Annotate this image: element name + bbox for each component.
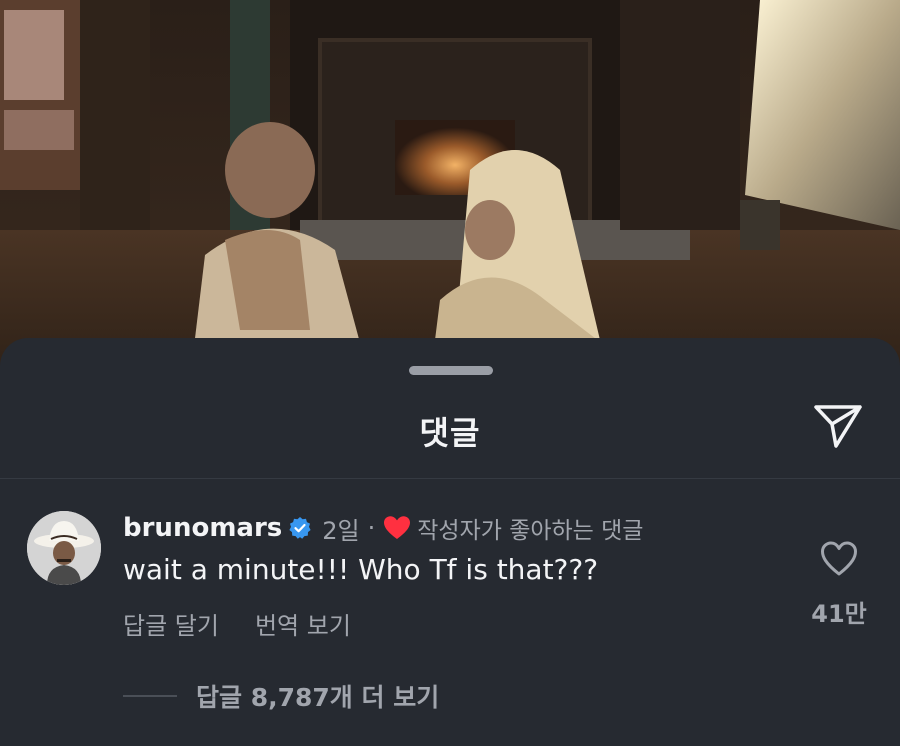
- avatar[interactable]: [27, 511, 101, 585]
- paper-plane-icon[interactable]: [812, 402, 864, 450]
- comment-time: 2일: [322, 516, 360, 545]
- translate-button[interactable]: 번역 보기: [255, 606, 351, 641]
- comments-sheet: 댓글 brunomars 2일 · 작성자가 좋아하는 댓글 wait a mi…: [0, 338, 900, 746]
- post-photo: [0, 0, 900, 380]
- comment-username[interactable]: brunomars: [123, 513, 282, 543]
- view-replies-button[interactable]: 답글 8,787개 더 보기: [196, 678, 439, 714]
- comment-header: brunomars 2일 · 작성자가 좋아하는 댓글: [123, 510, 643, 546]
- sheet-grabber-handle[interactable]: [409, 366, 493, 375]
- heart-outline-icon[interactable]: [820, 541, 858, 577]
- comment-actions: 답글 달기 번역 보기: [123, 606, 351, 641]
- like-count: 41만: [811, 600, 867, 628]
- sheet-title: 댓글: [419, 414, 481, 452]
- comment-text: wait a minute!!! Who Tf is that???: [123, 553, 599, 586]
- liked-by-author-label: 작성자가 좋아하는 댓글: [417, 518, 644, 544]
- separator-dot: ·: [367, 514, 376, 542]
- reply-button[interactable]: 답글 달기: [123, 606, 219, 641]
- photo-scene: [0, 0, 900, 380]
- verified-badge-icon: [289, 517, 311, 539]
- header-divider: [0, 478, 900, 479]
- replies-line: [123, 695, 177, 697]
- red-heart-icon: [384, 516, 411, 539]
- avatar-image: [27, 511, 101, 585]
